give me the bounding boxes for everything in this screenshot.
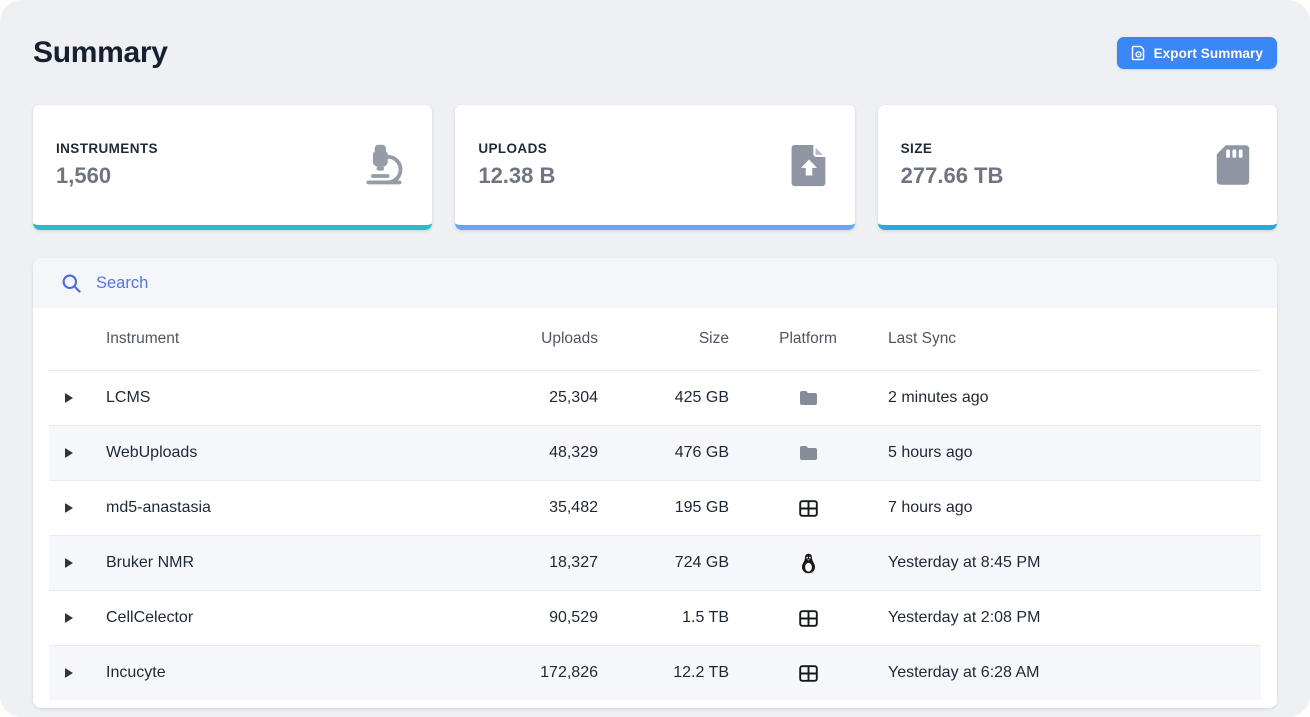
table-header-row: Instrument Uploads Size Platform Last Sy… — [49, 308, 1261, 370]
table-row[interactable]: CellCelector 90,529 1.5 TB Yesterday at … — [49, 590, 1261, 645]
file-upload-icon — [789, 143, 829, 187]
stat-card: INSTRUMENTS 1,560 — [33, 105, 432, 230]
linux-icon — [800, 553, 817, 574]
search-icon — [61, 273, 82, 294]
stat-label: INSTRUMENTS — [56, 141, 158, 156]
page-header: Summary Export Summary — [33, 36, 1277, 70]
stats-row: INSTRUMENTS 1,560 UPLOADS 12.38 B — [33, 105, 1277, 230]
uploads-count: 25,304 — [489, 389, 598, 407]
table-row[interactable]: md5-anastasia 35,482 195 GB 7 hours ago — [49, 480, 1261, 535]
search-input[interactable] — [96, 274, 1249, 293]
uploads-count: 90,529 — [489, 609, 598, 627]
size-value: 195 GB — [598, 499, 729, 517]
stat-value: 12.38 B — [478, 163, 555, 189]
stat-value: 1,560 — [56, 163, 158, 189]
export-file-icon — [1131, 45, 1146, 61]
column-header-size[interactable]: Size — [598, 330, 729, 348]
instrument-name: WebUploads — [89, 444, 489, 462]
uploads-count: 172,826 — [489, 664, 598, 682]
microscope-icon — [362, 143, 406, 187]
column-header-instrument[interactable]: Instrument — [89, 330, 489, 348]
instrument-name: CellCelector — [89, 609, 489, 627]
instruments-table-card: Instrument Uploads Size Platform Last Sy… — [33, 258, 1277, 708]
search-bar — [33, 258, 1277, 308]
folder-icon — [799, 445, 818, 461]
size-value: 1.5 TB — [598, 609, 729, 627]
expand-row-button[interactable] — [65, 503, 73, 513]
table-row[interactable]: LCMS 25,304 425 GB 2 minutes ago — [49, 370, 1261, 425]
expand-row-button[interactable] — [65, 393, 73, 403]
stat-value: 277.66 TB — [901, 163, 1004, 189]
table-rows: LCMS 25,304 425 GB 2 minutes ago — [49, 370, 1261, 700]
windows-icon — [799, 610, 818, 627]
size-value: 425 GB — [598, 389, 729, 407]
expand-row-button[interactable] — [65, 613, 73, 623]
last-sync: Yesterday at 8:45 PM — [887, 554, 1261, 572]
size-value: 476 GB — [598, 444, 729, 462]
instrument-name: md5-anastasia — [89, 499, 489, 517]
last-sync: 5 hours ago — [887, 444, 1261, 462]
page-title: Summary — [33, 36, 168, 70]
expand-row-button[interactable] — [65, 448, 73, 458]
size-value: 724 GB — [598, 554, 729, 572]
column-header-uploads[interactable]: Uploads — [489, 330, 598, 348]
instrument-name: LCMS — [89, 389, 489, 407]
table-row[interactable]: Bruker NMR 18,327 724 GB — [49, 535, 1261, 590]
stat-label: UPLOADS — [478, 141, 555, 156]
uploads-count: 48,329 — [489, 444, 598, 462]
sd-card-icon — [1215, 143, 1251, 187]
summary-page: Summary Export Summary INSTRUMENTS 1,560 — [0, 0, 1310, 717]
windows-icon — [799, 500, 818, 517]
folder-icon — [799, 390, 818, 406]
last-sync: 2 minutes ago — [887, 389, 1261, 407]
size-value: 12.2 TB — [598, 664, 729, 682]
instrument-name: Bruker NMR — [89, 554, 489, 572]
export-summary-label: Export Summary — [1154, 46, 1263, 61]
column-header-platform[interactable]: Platform — [729, 330, 887, 348]
last-sync: Yesterday at 2:08 PM — [887, 609, 1261, 627]
table-row[interactable]: WebUploads 48,329 476 GB 5 hours ago — [49, 425, 1261, 480]
stat-card: UPLOADS 12.38 B — [455, 105, 854, 230]
last-sync: Yesterday at 6:28 AM — [887, 664, 1261, 682]
export-summary-button[interactable]: Export Summary — [1117, 37, 1277, 69]
instruments-table: Instrument Uploads Size Platform Last Sy… — [33, 308, 1277, 708]
expand-row-button[interactable] — [65, 668, 73, 678]
table-row[interactable]: Incucyte 172,826 12.2 TB Yesterday at 6:… — [49, 645, 1261, 700]
last-sync: 7 hours ago — [887, 499, 1261, 517]
uploads-count: 18,327 — [489, 554, 598, 572]
windows-icon — [799, 665, 818, 682]
expand-row-button[interactable] — [65, 558, 73, 568]
stat-label: SIZE — [901, 141, 1004, 156]
stat-card: SIZE 277.66 TB — [878, 105, 1277, 230]
uploads-count: 35,482 — [489, 499, 598, 517]
column-header-last-sync[interactable]: Last Sync — [887, 330, 1261, 348]
instrument-name: Incucyte — [89, 664, 489, 682]
